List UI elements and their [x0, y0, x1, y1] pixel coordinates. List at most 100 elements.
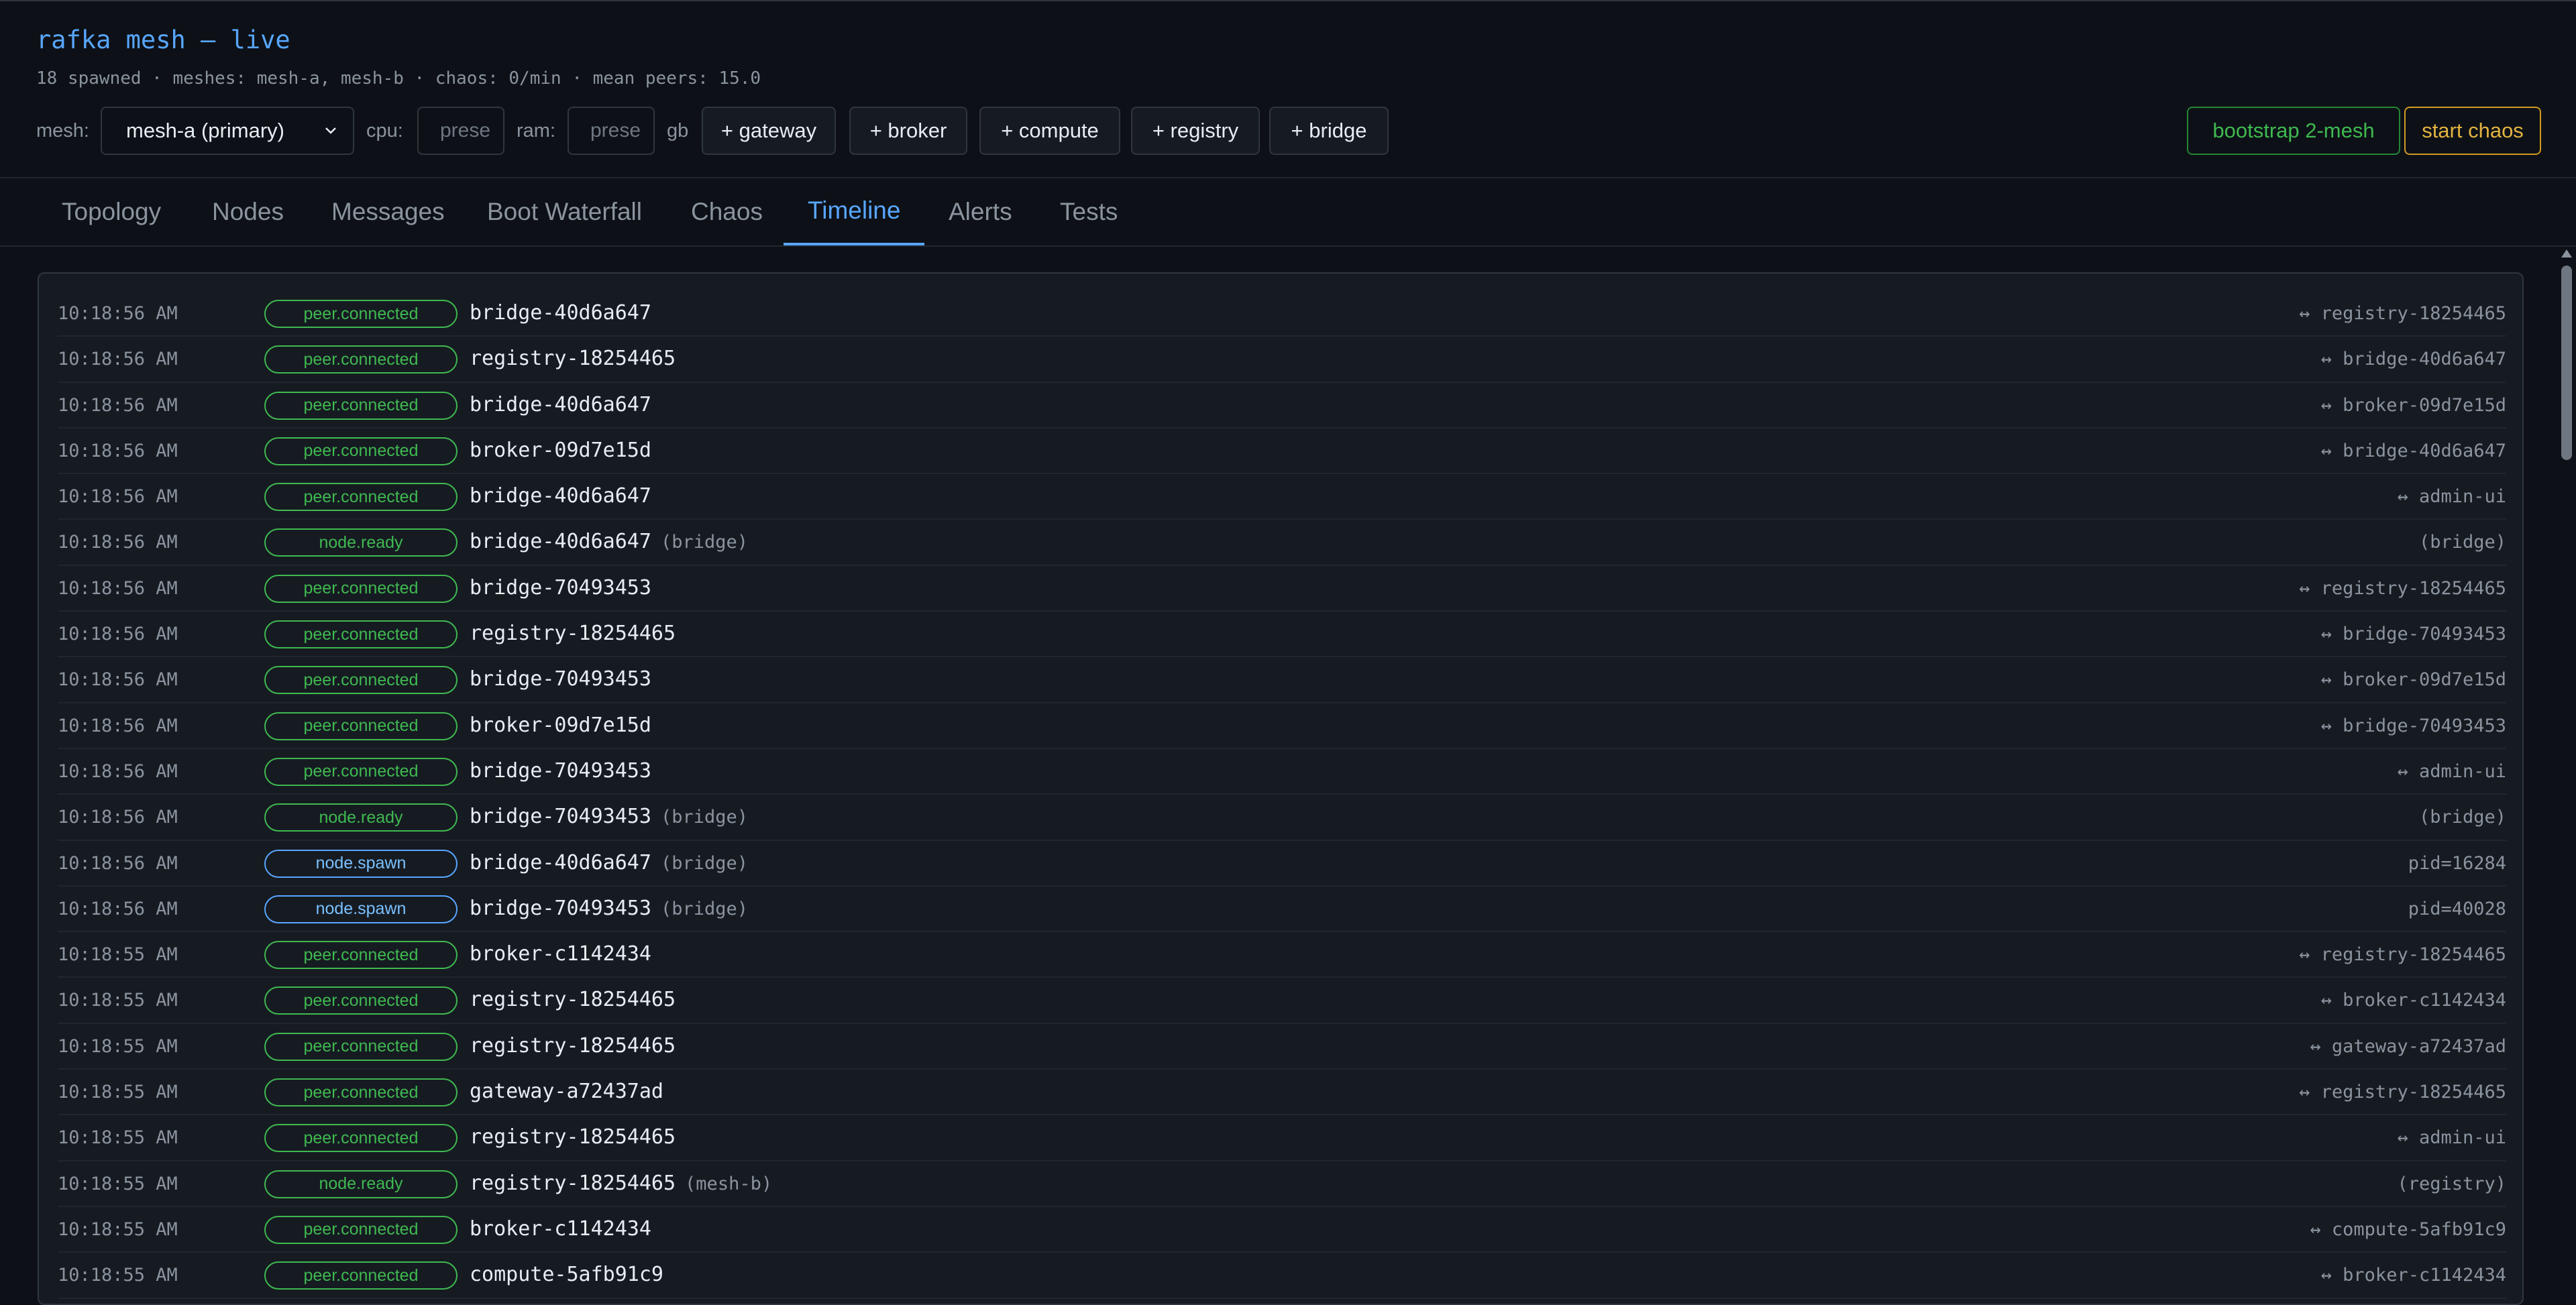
control-bar: mesh: mesh-a (primary) cpu: ram: gb + ga…: [36, 107, 2541, 155]
add-registry-button[interactable]: + registry: [1131, 107, 1260, 155]
event-type-badge: peer.connected: [264, 1261, 458, 1290]
event-type-badge: peer.connected: [264, 574, 458, 603]
ram-unit-label: gb: [667, 120, 689, 141]
event-node: registry-18254465: [470, 1125, 676, 1149]
app-title: rafka mesh — live: [36, 25, 290, 54]
add-broker-button[interactable]: + broker: [849, 107, 967, 155]
event-node-id: bridge-40d6a647: [470, 530, 651, 554]
timeline-row[interactable]: 10:18:56 AM peer.connected bridge-70493453…: [58, 566, 2506, 612]
mesh-select[interactable]: mesh-a (primary): [101, 107, 354, 155]
timeline-row[interactable]: 10:18:56 AM peer.connected bridge-40d6a647…: [58, 383, 2506, 429]
event-time: 10:18:56 AM: [58, 486, 178, 508]
scrollbar[interactable]: [2557, 247, 2576, 1279]
event-node: bridge-40d6a647 (bridge): [470, 530, 748, 553]
mesh-select-value: mesh-a (primary): [126, 119, 284, 142]
timeline-panel: 10:18:56 AM peer.connected bridge-40d6a647…: [38, 272, 2524, 1305]
timeline-row[interactable]: 10:18:56 AM node.ready bridge-40d6a647 (bri…: [58, 520, 2506, 566]
event-node-id: gateway-a72437ad: [470, 1080, 663, 1104]
event-detail: (bridge): [2418, 807, 2506, 828]
event-type-badge: peer.connected: [264, 666, 458, 695]
event-node: bridge-40d6a647: [470, 301, 651, 325]
timeline-row[interactable]: 10:18:55 AM peer.connected registry-182544…: [58, 1115, 2506, 1161]
event-type-badge: peer.connected: [264, 1215, 458, 1244]
timeline-row[interactable]: 10:18:56 AM peer.connected bridge-40d6a647…: [58, 474, 2506, 520]
event-type-badge: peer.connected: [264, 712, 458, 740]
event-detail: ↔ bridge-70493453: [2320, 624, 2506, 645]
event-time: 10:18:56 AM: [58, 715, 178, 736]
timeline-row[interactable]: 10:18:56 AM peer.connected broker-09d7e15d…: [58, 703, 2506, 749]
timeline-row[interactable]: 10:18:55 AM peer.connected gateway-a72437a…: [58, 1070, 2506, 1116]
timeline-row[interactable]: 10:18:56 AM peer.connected registry-182544…: [58, 337, 2506, 383]
tab-alerts[interactable]: Alerts: [924, 178, 1036, 245]
tab-topology[interactable]: Topology: [38, 178, 185, 245]
add-gateway-button[interactable]: + gateway: [702, 107, 836, 155]
event-node-id: registry-18254465: [470, 1125, 676, 1149]
mesh-stats: 18 spawned · meshes: mesh-a, mesh-b · ch…: [36, 68, 761, 89]
cpu-label: cpu:: [366, 120, 403, 141]
event-node-suffix: (bridge): [660, 898, 748, 919]
event-detail: ↔ broker-09d7e15d: [2320, 669, 2506, 691]
event-time: 10:18:56 AM: [58, 577, 178, 599]
event-type-badge: peer.connected: [264, 1124, 458, 1153]
event-detail: (registry): [2397, 1173, 2506, 1194]
event-node-id: bridge-40d6a647: [470, 850, 651, 874]
event-node: registry-18254465: [470, 1034, 676, 1058]
start-chaos-button[interactable]: start chaos: [2404, 107, 2541, 155]
cpu-input[interactable]: [417, 107, 504, 155]
event-node-id: broker-09d7e15d: [470, 438, 651, 462]
timeline-row[interactable]: 10:18:56 AM peer.connected bridge-70493453…: [58, 657, 2506, 703]
scrollbar-thumb[interactable]: [2561, 266, 2572, 460]
event-node-id: bridge-70493453: [470, 667, 651, 691]
tab-nodes[interactable]: Nodes: [188, 178, 308, 245]
event-node: compute-5afb91c9: [470, 1263, 663, 1286]
add-compute-button[interactable]: + compute: [979, 107, 1120, 155]
bootstrap-2-mesh-button[interactable]: bootstrap 2-mesh: [2187, 107, 2400, 155]
timeline-row[interactable]: 10:18:56 AM peer.connected registry-182544…: [58, 612, 2506, 658]
timeline-row[interactable]: 10:18:55 AM peer.connected broker-c1142434…: [58, 932, 2506, 978]
tab-chaos[interactable]: Chaos: [667, 178, 787, 245]
event-time: 10:18:56 AM: [58, 852, 178, 874]
event-node-id: bridge-40d6a647: [470, 392, 651, 416]
event-detail: ↔ broker-c1142434: [2320, 990, 2506, 1011]
tab-messages[interactable]: Messages: [307, 178, 469, 245]
event-time: 10:18:55 AM: [58, 1035, 178, 1057]
timeline-row[interactable]: 10:18:55 AM peer.connected registry-182544…: [58, 978, 2506, 1024]
timeline-row[interactable]: 10:18:55 AM peer.connected compute-5afb91c…: [58, 1253, 2506, 1299]
event-time: 10:18:55 AM: [58, 1265, 178, 1286]
timeline-row[interactable]: 10:18:56 AM node.ready bridge-70493453 (bri…: [58, 795, 2506, 841]
tab-tests[interactable]: Tests: [1036, 178, 1142, 245]
scroll-up-icon[interactable]: [2561, 249, 2572, 258]
event-type-badge: node.spawn: [264, 849, 458, 878]
ram-input[interactable]: [568, 107, 655, 155]
tab-boot-waterfall[interactable]: Boot Waterfall: [463, 178, 666, 245]
chevron-down-icon: [325, 127, 336, 134]
app-header: rafka mesh — live 18 spawned · meshes: m…: [0, 0, 2576, 178]
event-type-badge: peer.connected: [264, 757, 458, 786]
event-node-id: bridge-70493453: [470, 575, 651, 600]
timeline-row[interactable]: 10:18:55 AM peer.connected broker-c1142434…: [58, 1207, 2506, 1253]
event-node-id: bridge-70493453: [470, 805, 651, 829]
timeline-row[interactable]: 10:18:56 AM node.spawn bridge-70493453 (bri…: [58, 887, 2506, 933]
event-detail: ↔ broker-c1142434: [2320, 1265, 2506, 1286]
timeline-row[interactable]: 10:18:56 AM node.spawn bridge-40d6a647 (bri…: [58, 841, 2506, 887]
event-type-badge: peer.connected: [264, 1032, 458, 1061]
event-node: bridge-40d6a647 (bridge): [470, 851, 748, 874]
add-bridge-button[interactable]: + bridge: [1269, 107, 1389, 155]
event-node-id: registry-18254465: [470, 1171, 676, 1195]
event-time: 10:18:56 AM: [58, 669, 178, 691]
event-node-id: registry-18254465: [470, 1033, 676, 1058]
event-node: bridge-70493453: [470, 667, 651, 691]
event-type-badge: peer.connected: [264, 941, 458, 970]
timeline-row[interactable]: 10:18:56 AM peer.connected bridge-70493453…: [58, 749, 2506, 795]
event-node: bridge-40d6a647: [470, 393, 651, 416]
event-type-badge: peer.connected: [264, 986, 458, 1015]
event-node-id: bridge-40d6a647: [470, 484, 651, 508]
tab-timeline[interactable]: Timeline: [784, 178, 925, 245]
timeline-row[interactable]: 10:18:56 AM peer.connected broker-09d7e15d…: [58, 429, 2506, 475]
event-time: 10:18:56 AM: [58, 807, 178, 828]
timeline-row[interactable]: 10:18:55 AM node.ready registry-18254465 (m…: [58, 1161, 2506, 1207]
timeline-row[interactable]: 10:18:56 AM peer.connected bridge-40d6a647…: [58, 291, 2506, 337]
timeline-row[interactable]: 10:18:55 AM peer.connected registry-182544…: [58, 1024, 2506, 1070]
event-type-badge: node.ready: [264, 528, 458, 557]
event-time: 10:18:56 AM: [58, 440, 178, 461]
